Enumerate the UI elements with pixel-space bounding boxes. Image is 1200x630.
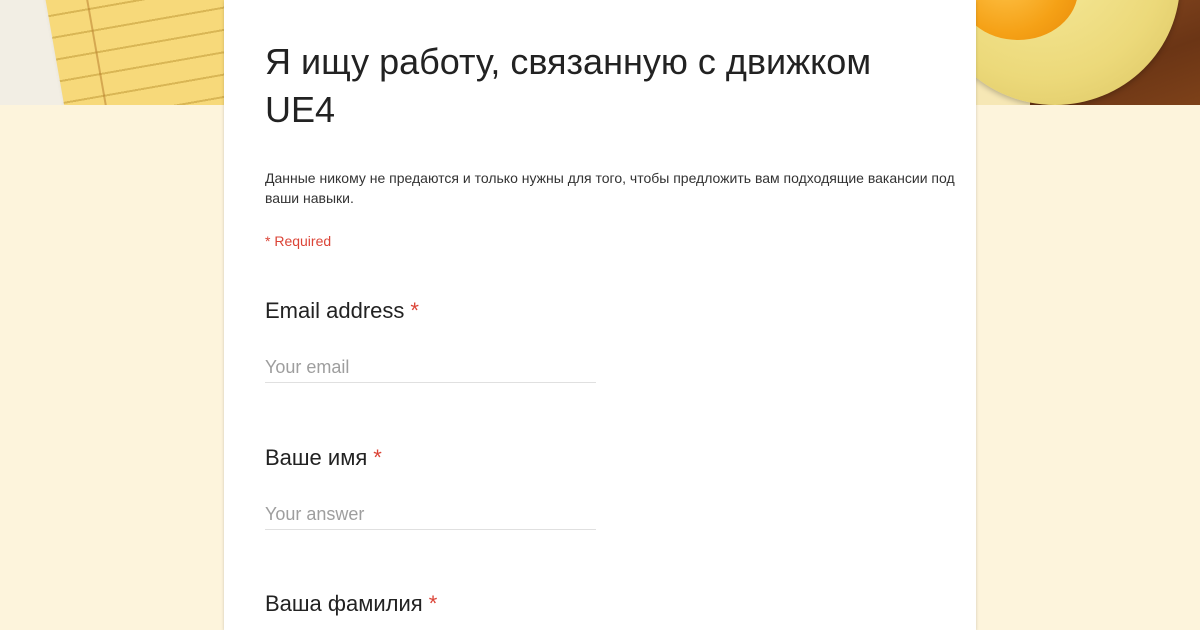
required-star: * bbox=[410, 298, 419, 323]
question-last-name-label: Ваша фамилия * bbox=[265, 591, 437, 617]
question-label-text: Email address bbox=[265, 298, 405, 323]
question-email-label: Email address * bbox=[265, 298, 419, 324]
form-card: Я ищу работу, связанную с движком UE4 Да… bbox=[224, 0, 976, 630]
question-first-name-label: Ваше имя * bbox=[265, 445, 382, 471]
notepad-margin-line bbox=[81, 0, 113, 105]
required-note: * Required bbox=[265, 233, 332, 249]
required-star: * bbox=[428, 591, 438, 616]
form-title: Я ищу работу, связанную с движком UE4 bbox=[265, 41, 872, 130]
question-label-text: Ваше имя bbox=[265, 445, 368, 470]
question-label-text: Ваша фамилия bbox=[265, 591, 423, 616]
first-name-field[interactable] bbox=[265, 499, 596, 530]
form-description: Данные никому не предаются и только нужн… bbox=[265, 170, 955, 206]
email-field[interactable] bbox=[265, 352, 596, 383]
required-star: * bbox=[373, 445, 382, 470]
